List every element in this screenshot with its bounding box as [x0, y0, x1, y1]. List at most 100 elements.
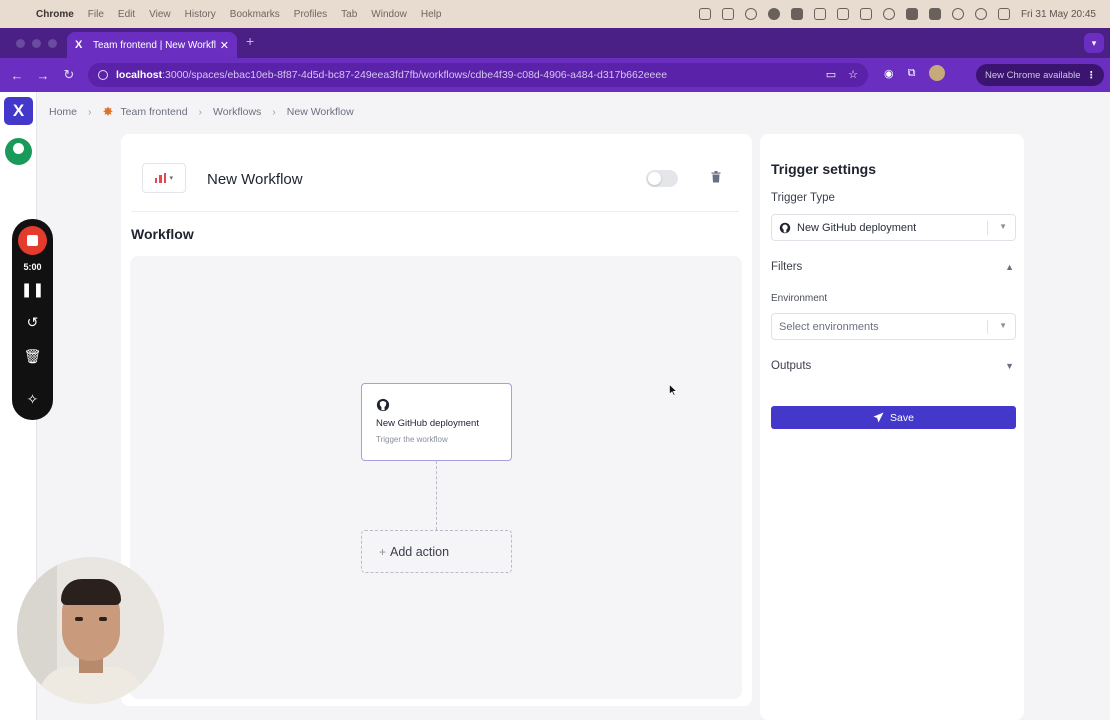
breadcrumb-team[interactable]: Team frontend [120, 106, 187, 118]
breadcrumb-home[interactable]: Home [49, 106, 77, 118]
pause-icon[interactable]: ❚❚ [12, 281, 53, 298]
save-button[interactable]: Save [771, 406, 1016, 429]
control-center-icon[interactable] [997, 8, 1010, 20]
menubar-clock[interactable]: Fri 31 May 20:45 [1021, 9, 1096, 20]
cloud-icon[interactable] [767, 8, 780, 20]
bluetooth-icon[interactable] [859, 8, 872, 20]
menubar-app-name[interactable]: Chrome [36, 9, 74, 20]
workflow-section-title: Workflow [131, 226, 194, 242]
maximize-window-button[interactable] [48, 39, 57, 48]
update-notice-label: New Chrome available [985, 69, 1081, 81]
menu-history[interactable]: History [185, 9, 216, 20]
v-icon[interactable] [836, 8, 849, 20]
mouse-cursor-icon [669, 384, 677, 396]
bar-chart-icon [154, 173, 167, 183]
menu-help[interactable]: Help [421, 9, 442, 20]
menu-edit[interactable]: Edit [118, 9, 135, 20]
install-app-icon[interactable]: ▭ [826, 68, 836, 81]
stop-recording-button[interactable] [18, 226, 47, 255]
url-path: :3000/spaces/ebac10eb-8f87-4d5d-bc87-249… [162, 69, 668, 81]
trash-icon[interactable]: 🗑 [12, 348, 53, 365]
outputs-label: Outputs [771, 360, 812, 372]
reload-icon[interactable]: ↻ [56, 67, 82, 83]
extension-status-icon[interactable] [813, 8, 826, 20]
upload-icon[interactable] [790, 8, 803, 20]
menu-tab[interactable]: Tab [341, 9, 357, 20]
chevron-down-icon: ▼ [999, 222, 1007, 231]
workflow-name[interactable]: New Workflow [207, 171, 303, 188]
shield-icon[interactable] [721, 8, 734, 20]
send-icon [873, 412, 884, 423]
tab-close-icon[interactable]: ✕ [220, 39, 229, 52]
workflow-canvas[interactable]: New GitHub deployment Trigger the workfl… [130, 256, 742, 699]
restart-icon[interactable]: ↺ [12, 314, 53, 331]
site-info-icon[interactable] [98, 70, 108, 80]
breadcrumb-current: New Workflow [286, 106, 354, 118]
breadcrumb-chevron-icon: › [272, 106, 276, 118]
profile-avatar[interactable] [929, 65, 946, 81]
outputs-section-toggle[interactable]: Outputs ▼ [771, 360, 1016, 372]
trigger-node-subtitle: Trigger the workflow [376, 435, 448, 444]
keyboard-input-icon[interactable] [905, 8, 918, 20]
breadcrumb: Home › ✸ Team frontend › Workflows › New… [49, 104, 354, 120]
back-icon[interactable]: ← [4, 68, 30, 83]
menu-file[interactable]: File [88, 9, 104, 20]
tab-favicon-icon: X [75, 39, 83, 51]
add-action-label: Add action [390, 544, 450, 559]
new-tab-button[interactable]: + [246, 33, 254, 49]
filters-section-toggle[interactable]: Filters ▲ [771, 261, 1016, 273]
browser-toolbar: ← → ↻ localhost :3000/spaces/ebac10eb-8f… [0, 58, 1110, 92]
battery-icon[interactable] [928, 8, 941, 20]
omnibox-actions: ▭ ☆ [826, 68, 858, 81]
webcam-person-hair [61, 579, 121, 605]
status-app-icon[interactable] [698, 8, 711, 20]
forward-icon[interactable]: → [30, 68, 56, 83]
menu-bookmarks[interactable]: Bookmarks [230, 9, 280, 20]
url-host: localhost [116, 69, 163, 81]
screen-recorder-controls: 5:00 ❚❚ ↺ 🗑 ✧ [12, 219, 53, 420]
workflow-icon-picker[interactable]: ▾ [142, 163, 186, 193]
menu-view[interactable]: View [149, 9, 171, 20]
trigger-type-select[interactable]: New GitHub deployment ▼ [771, 214, 1016, 241]
close-window-button[interactable] [16, 39, 25, 48]
tab-search-chevron-icon[interactable]: ▾ [1084, 33, 1104, 53]
play-icon[interactable] [882, 8, 895, 20]
magic-wand-icon[interactable]: ✧ [12, 391, 53, 408]
app-logo[interactable]: X [4, 97, 33, 125]
at-icon[interactable] [744, 8, 757, 20]
extensions-puzzle-icon[interactable]: ⧉ [908, 67, 916, 80]
trigger-node[interactable]: New GitHub deployment Trigger the workfl… [361, 383, 512, 461]
bookmark-star-icon[interactable]: ☆ [848, 68, 858, 81]
user-avatar[interactable] [5, 138, 32, 165]
trigger-type-value: New GitHub deployment [797, 221, 917, 234]
add-action-button[interactable]: + Add action [361, 530, 512, 573]
breadcrumb-chevron-icon: › [88, 106, 92, 118]
webcam-bubble[interactable] [17, 557, 164, 704]
delete-workflow-icon[interactable] [711, 171, 721, 183]
menu-window[interactable]: Window [371, 9, 407, 20]
workflow-enabled-toggle[interactable] [646, 170, 678, 187]
menu-profiles[interactable]: Profiles [294, 9, 327, 20]
extension-eye-icon[interactable]: ◉ [884, 67, 894, 80]
chevron-down-icon: ▾ [169, 175, 173, 182]
plus-icon: + [379, 544, 387, 559]
toolbar-extensions: ◉ ⧉ [884, 65, 946, 81]
select-separator [987, 221, 988, 235]
trigger-settings-panel: Trigger settings Trigger Type New GitHub… [760, 134, 1024, 720]
environment-placeholder: Select environments [779, 320, 879, 333]
browser-tab-active[interactable]: X Team frontend | New Workflo ✕ [67, 32, 237, 58]
node-connector [436, 461, 437, 530]
browser-tabstrip: X Team frontend | New Workflo ✕ ▾ [0, 28, 1110, 58]
minimize-window-button[interactable] [32, 39, 41, 48]
environment-select[interactable]: Select environments ▼ [771, 313, 1016, 340]
spotlight-search-icon[interactable] [974, 8, 987, 20]
address-bar[interactable]: localhost :3000/spaces/ebac10eb-8f87-4d5… [88, 63, 868, 87]
breadcrumb-workflows[interactable]: Workflows [213, 106, 261, 118]
breadcrumb-chevron-icon: › [198, 106, 203, 118]
webcam-person-eye [75, 617, 83, 621]
chevron-down-icon: ▼ [1005, 361, 1014, 371]
chrome-update-button[interactable]: New Chrome available ⋮ [976, 64, 1104, 86]
chrome-menu-icon[interactable]: ⋮ [1087, 70, 1097, 81]
github-icon [779, 222, 791, 233]
wifi-icon[interactable] [951, 8, 964, 20]
